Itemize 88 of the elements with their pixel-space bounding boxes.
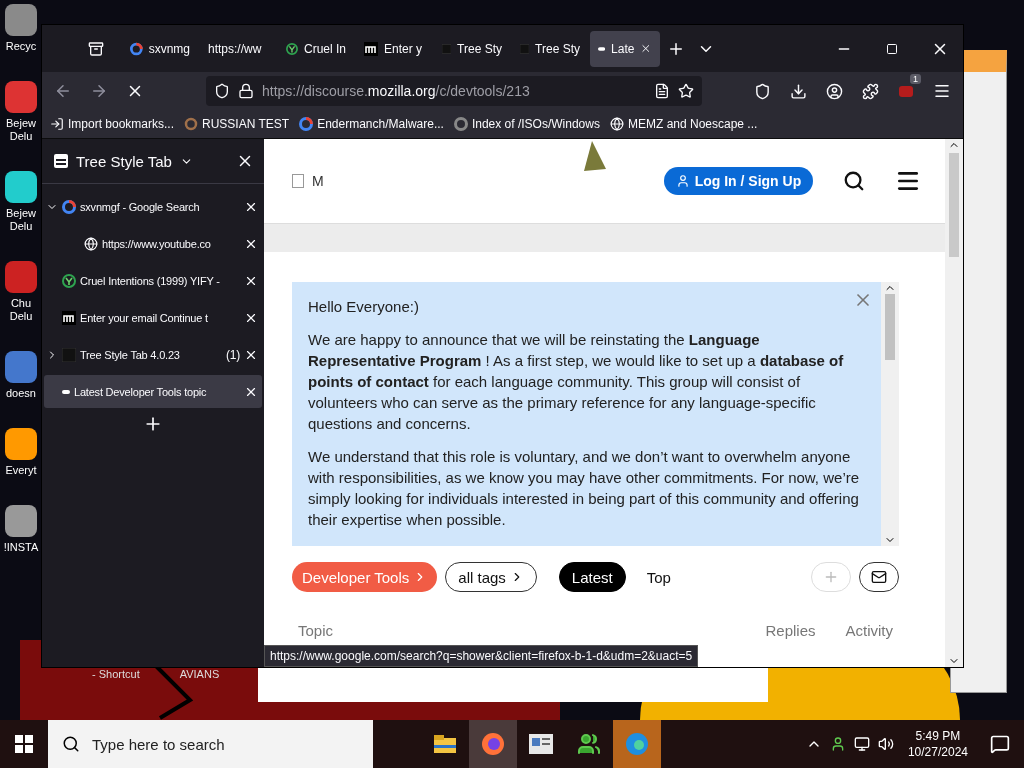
shortcut-label[interactable]: !INSTA — [1, 541, 41, 554]
shortcut-label[interactable]: doesn — [1, 387, 41, 400]
shortcut-label[interactable]: AVIANS — [179, 668, 220, 680]
banner-greeting: Hello Everyone:) — [308, 297, 420, 317]
browser-tab[interactable]: sxvnmg — [122, 30, 198, 67]
bookmark[interactable]: Import bookmarks... — [50, 117, 175, 131]
letter-m-icon — [62, 310, 76, 325]
scrollbar-thumb[interactable] — [885, 294, 895, 360]
letter-y-icon — [62, 273, 76, 288]
shield-icon[interactable] — [214, 83, 230, 99]
letter-y-icon — [286, 41, 298, 56]
close-icon[interactable] — [640, 42, 652, 55]
shortcut-icon[interactable] — [5, 428, 37, 460]
google-icon — [299, 117, 314, 131]
tab-icon — [520, 41, 530, 56]
extension-badge: 1 — [910, 74, 921, 84]
shortcut-label[interactable]: Recyc — [1, 40, 41, 53]
login-button[interactable]: Log In / Sign Up — [663, 167, 814, 195]
search-icon — [62, 735, 80, 753]
firefox-icon[interactable] — [481, 732, 505, 756]
broken-image-icon — [292, 174, 304, 188]
shortcut-label[interactable]: Chu Delu — [1, 297, 41, 323]
shortcut-label[interactable]: - Shortcut — [92, 668, 140, 680]
bookmark[interactable]: Index of /ISOs/Windows — [453, 117, 600, 131]
bookmark[interactable]: Endermanch/Malware... — [299, 117, 444, 131]
folder-icon[interactable] — [434, 735, 456, 753]
browser-tab[interactable]: Tree Sty — [512, 30, 588, 67]
globe-icon — [609, 117, 624, 131]
plus-icon — [823, 569, 839, 585]
sidebar-tab[interactable]: https://www.youtube.co — [44, 227, 262, 260]
ring-icon — [184, 117, 199, 131]
leaf-drawing — [581, 141, 606, 171]
bookmark[interactable]: RUSSIAN TEST — [184, 117, 290, 131]
sidebar-tab[interactable]: Cruel Intentions (1999) YIFY - — [44, 264, 262, 297]
shortcut-label[interactable]: Bejew Delu — [1, 117, 41, 143]
tab-icon — [442, 41, 452, 56]
sidebar-title[interactable]: Tree Style Tab — [76, 152, 172, 170]
speaker-icon[interactable] — [877, 736, 894, 752]
shortcut-icon[interactable] — [5, 81, 37, 113]
shortcut-label[interactable]: Everyt — [1, 464, 41, 477]
filter-tab[interactable]: Latest — [558, 562, 626, 592]
browser-tab[interactable]: Enter y — [356, 30, 432, 67]
shortcut-icon[interactable] — [5, 171, 37, 203]
column-header: Replies — [765, 622, 816, 639]
column-header: Activity — [845, 622, 893, 639]
star-icon[interactable] — [678, 83, 694, 99]
logo-text[interactable]: M — [312, 173, 324, 189]
sidebar-tab[interactable]: Latest Developer Tools topic — [44, 375, 262, 408]
mail-icon — [871, 569, 887, 585]
newspaper-icon[interactable] — [529, 734, 553, 754]
address-field[interactable]: https://discourse.mozilla.org/c/devtools/213 — [206, 76, 702, 106]
filter-tab[interactable]: Top — [633, 562, 684, 592]
bookmark[interactable]: MEMZ and Noescape ... — [609, 117, 758, 131]
globe-icon — [84, 236, 98, 251]
mail-button[interactable] — [859, 562, 899, 592]
import-icon — [50, 117, 64, 131]
shortcut-label[interactable]: Bejew Delu — [1, 207, 41, 233]
tab-icon — [62, 347, 76, 362]
scrollbar[interactable] — [881, 282, 899, 546]
browser-tab[interactable]: Tree Sty — [434, 30, 510, 67]
shortcut-icon[interactable] — [5, 4, 37, 36]
tab-count: (1) — [225, 347, 240, 362]
circle-icon — [453, 117, 468, 131]
network-icon[interactable] — [853, 736, 870, 752]
shortcut-icon[interactable] — [5, 351, 37, 383]
reader-icon[interactable] — [654, 83, 670, 99]
google-icon — [130, 41, 143, 56]
sidebar-tab[interactable]: Tree Style Tab 4.0.23 (1) — [44, 338, 262, 371]
browser-tab[interactable]: Cruel In — [278, 30, 354, 67]
banner-paragraph: We understand that this role is voluntary, and we don’t want to overwhelm anyone with responsibilities, as we know you may have other commitments. For now, we’re simply looking for individuals interested in being part of this community and offering their expertise when possible. — [308, 447, 861, 530]
people-icon[interactable] — [577, 732, 601, 756]
browser-tab[interactable]: https://ww — [200, 30, 276, 67]
taskbar-clock[interactable]: 5:49 PM 10/27/2024 — [899, 728, 976, 760]
sidebar-icon — [54, 154, 68, 168]
taskbar-search-bar[interactable]: Type here to search — [48, 720, 373, 768]
shortcut-icon[interactable] — [5, 505, 37, 537]
lock-icon[interactable] — [238, 83, 254, 99]
user-icon — [675, 174, 690, 188]
google-icon — [62, 199, 76, 214]
scrollbar-thumb[interactable] — [949, 153, 959, 257]
sidebar-tab[interactable]: Enter your email Continue t — [44, 301, 262, 334]
sidebar-tab[interactable]: sxvnmgf - Google Search — [44, 190, 262, 223]
banner-paragraph: We are happy to announce that we will be reinstating the Language Representative Program ! As a first step, we would like to set up a database of points of contact for each language community. This group will consist of volunteers who can serve as the primary reference for any language-specific questions and concerns. — [308, 330, 845, 434]
search-field[interactable]: Type here to search — [90, 734, 373, 754]
letter-m-icon — [364, 41, 378, 56]
column-header: Topic — [298, 622, 334, 639]
scrollbar[interactable] — [945, 139, 963, 667]
browser-tab[interactable]: Late — [590, 30, 660, 67]
